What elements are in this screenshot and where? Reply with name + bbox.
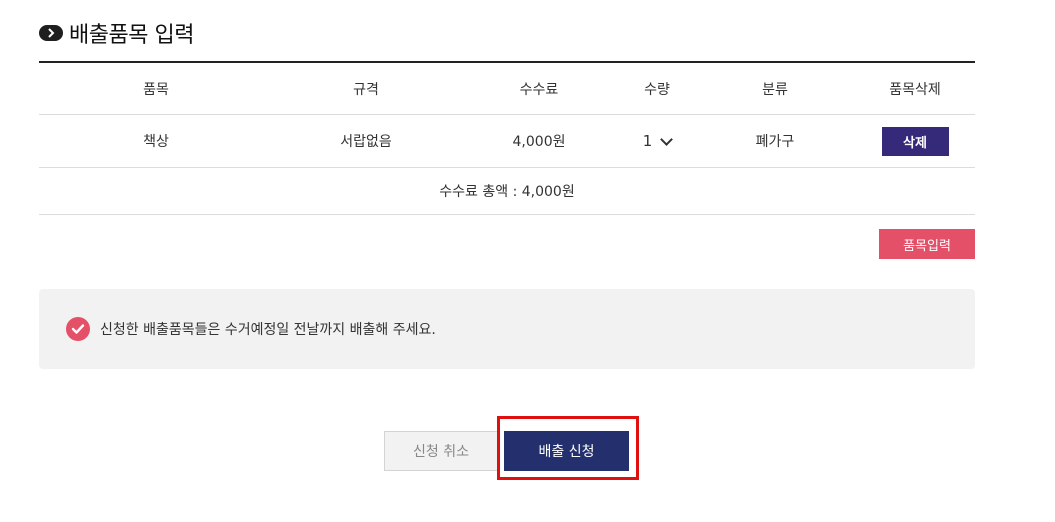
items-table: 품목 규격 수수료 수량 분류 품목삭제 책상 서랍없음 4,000원 1 폐가… [39,61,975,215]
cancel-application-button[interactable]: 신청 취소 [384,431,498,471]
header-spec: 규격 [353,81,379,98]
notice-box: 신청한 배출품목들은 수거예정일 전날까지 배출해 주세요. [39,289,975,369]
table-row: 책상 서랍없음 4,000원 1 폐가구 삭제 [39,115,975,168]
header-item: 품목 [143,81,169,98]
check-circle-icon [66,317,90,341]
add-item-button[interactable]: 품목입력 [879,229,975,259]
chevron-down-icon [660,132,674,146]
cell-spec: 서랍없음 [340,134,392,150]
cell-item: 책상 [143,134,169,150]
page-title: 배출품목 입력 [69,23,194,48]
cell-category: 폐가구 [755,134,795,150]
notice-text: 신청한 배출품목들은 수거예정일 전날까지 배출해 주세요. [100,322,436,338]
header-quantity: 수량 [644,81,670,98]
table-header-row: 품목 규격 수수료 수량 분류 품목삭제 [39,63,975,115]
fee-total-row: 수수료 총액 : 4,000원 [39,168,975,215]
cell-fee: 4,000원 [512,134,566,150]
quantity-value: 1 [642,132,653,150]
chevron-right-icon [39,25,63,41]
quantity-select[interactable]: 1 [619,132,695,150]
page-title-section: 배출품목 입력 [39,17,194,49]
submit-application-button[interactable]: 배출 신청 [504,431,629,471]
header-fee: 수수료 [519,81,559,98]
delete-item-button[interactable]: 삭제 [881,126,949,156]
fee-total: 수수료 총액 : 4,000원 [439,184,575,200]
header-delete: 품목삭제 [889,81,941,98]
header-category: 분류 [762,81,788,98]
